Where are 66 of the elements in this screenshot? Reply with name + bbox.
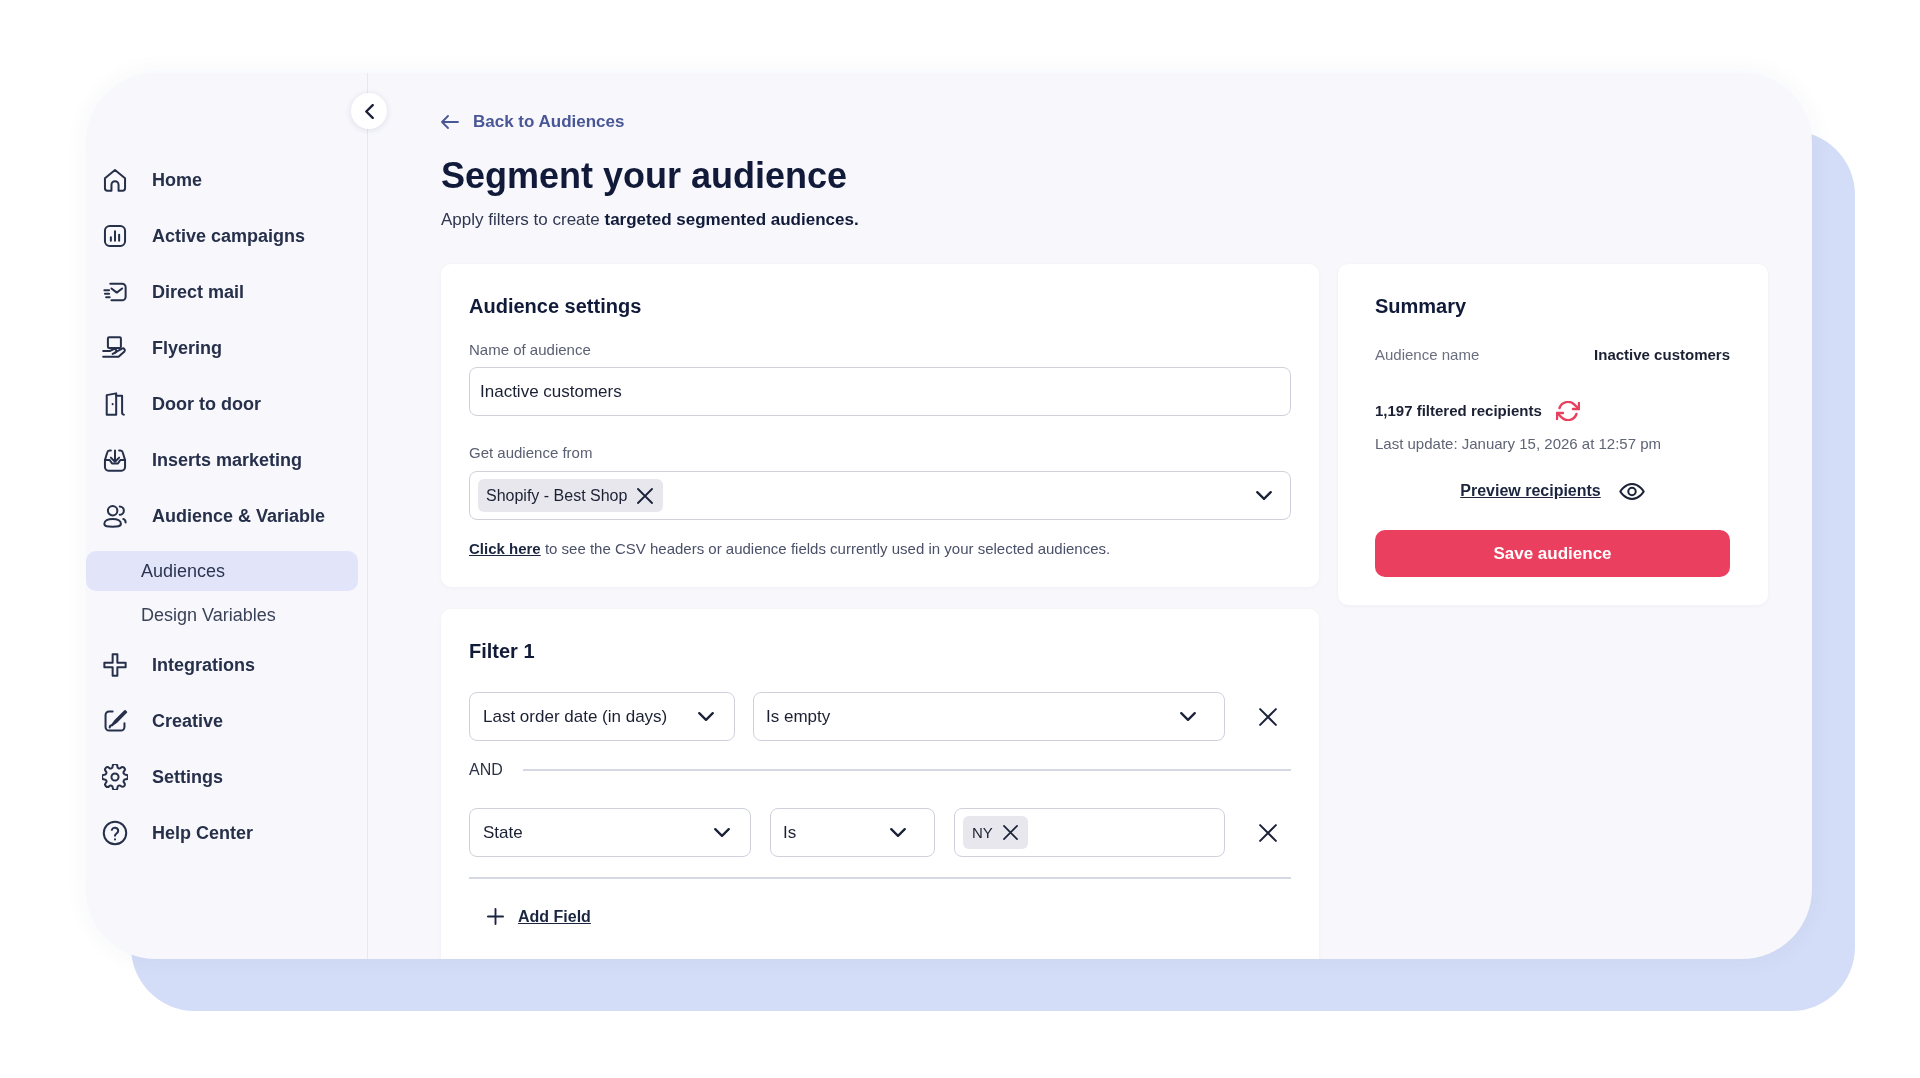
- chevron-down-icon: [1180, 712, 1196, 721]
- chevron-down-icon: [890, 828, 906, 837]
- operator-select[interactable]: Is empty: [753, 692, 1225, 741]
- eye-icon: [1618, 482, 1645, 500]
- audience-name-input[interactable]: Inactive customers: [469, 367, 1291, 416]
- field-label: Name of audience: [469, 340, 592, 360]
- recipients-count: 1,197 filtered recipients: [1375, 401, 1542, 421]
- tray-download-icon: [102, 447, 128, 473]
- audience-name-label: Audience name: [1375, 345, 1480, 365]
- plus-icon: [487, 908, 504, 925]
- chevron-down-icon: [698, 712, 714, 721]
- nav-item[interactable]: Home: [86, 167, 202, 193]
- nav-item[interactable]: Settings: [86, 764, 223, 790]
- brush-icon: [102, 708, 128, 734]
- value-input[interactable]: NY: [954, 808, 1225, 857]
- click-here-link[interactable]: Click here: [469, 540, 541, 557]
- nav-item[interactable]: Creative: [86, 708, 224, 734]
- field-label: Get audience from: [469, 443, 594, 463]
- chevron-down-icon: [1256, 491, 1272, 500]
- nav-item[interactable]: Door to door: [86, 391, 261, 417]
- back-link[interactable]: Back to Audiences: [441, 110, 625, 134]
- bar-chart-icon: [102, 223, 128, 249]
- home-icon: [102, 167, 128, 193]
- nav-item[interactable]: Active campaigns: [86, 223, 306, 249]
- close-icon: [1002, 825, 1018, 840]
- card-title: Filter 1: [469, 639, 536, 664]
- field-select[interactable]: Last order date (in days): [469, 692, 735, 741]
- card-title: Audience settings: [469, 294, 643, 319]
- value-tag: NY: [963, 816, 1028, 849]
- nav-item[interactable]: Audience & Variable: [86, 503, 326, 529]
- help-icon: [102, 820, 128, 846]
- source-tag: Shopify - Best Shop: [478, 479, 664, 512]
- add-field-button[interactable]: Add Field: [487, 904, 591, 929]
- field-select[interactable]: State: [469, 808, 751, 857]
- save-audience-button[interactable]: Save audience: [1375, 530, 1730, 577]
- users-icon: [102, 503, 128, 529]
- hand-holding-paper-icon: [102, 335, 128, 361]
- close-icon: [1259, 707, 1277, 726]
- nav-item[interactable]: Flyering: [86, 335, 222, 361]
- audience-source-select[interactable]: Shopify - Best Shop: [469, 471, 1291, 520]
- help-text: Click here to see the CSV headers or audience fields currently used in your selected audiences.: [469, 539, 1112, 559]
- nav-item[interactable]: Inserts marketing: [86, 447, 303, 473]
- arrow-left-icon: [441, 115, 459, 129]
- card-title: Summary: [1375, 294, 1468, 319]
- plus-outline-icon: [102, 652, 128, 678]
- remove-condition-button[interactable]: [1259, 707, 1277, 726]
- nav-item[interactable]: Direct mail: [86, 279, 245, 305]
- close-icon: [1259, 823, 1277, 842]
- nav-subitem[interactable]: Design Variables: [141, 604, 276, 626]
- preview-recipients-link[interactable]: Preview recipients: [1460, 479, 1601, 503]
- operator-select[interactable]: Is: [770, 808, 935, 857]
- close-icon: [637, 487, 654, 504]
- chevron-down-icon: [714, 828, 730, 837]
- and-label: AND: [469, 760, 503, 780]
- collapse-button[interactable]: [351, 93, 387, 129]
- nav-subitem[interactable]: Audiences: [86, 551, 358, 591]
- nav-item[interactable]: Integrations: [86, 652, 255, 678]
- page-subtitle: Apply filters to create targeted segmented audiences.: [441, 209, 860, 231]
- chevron-left-icon: [364, 103, 374, 119]
- refresh-icon: [1555, 401, 1580, 421]
- gear-icon: [102, 764, 128, 790]
- last-update-text: Last update: January 15, 2026 at 12:57 pm: [1375, 434, 1663, 454]
- nav-item[interactable]: Help Center: [86, 820, 254, 846]
- audience-name-value: Inactive customers: [1594, 345, 1730, 365]
- page-title: Segment your audience: [441, 154, 849, 198]
- remove-condition-button[interactable]: [1259, 823, 1277, 842]
